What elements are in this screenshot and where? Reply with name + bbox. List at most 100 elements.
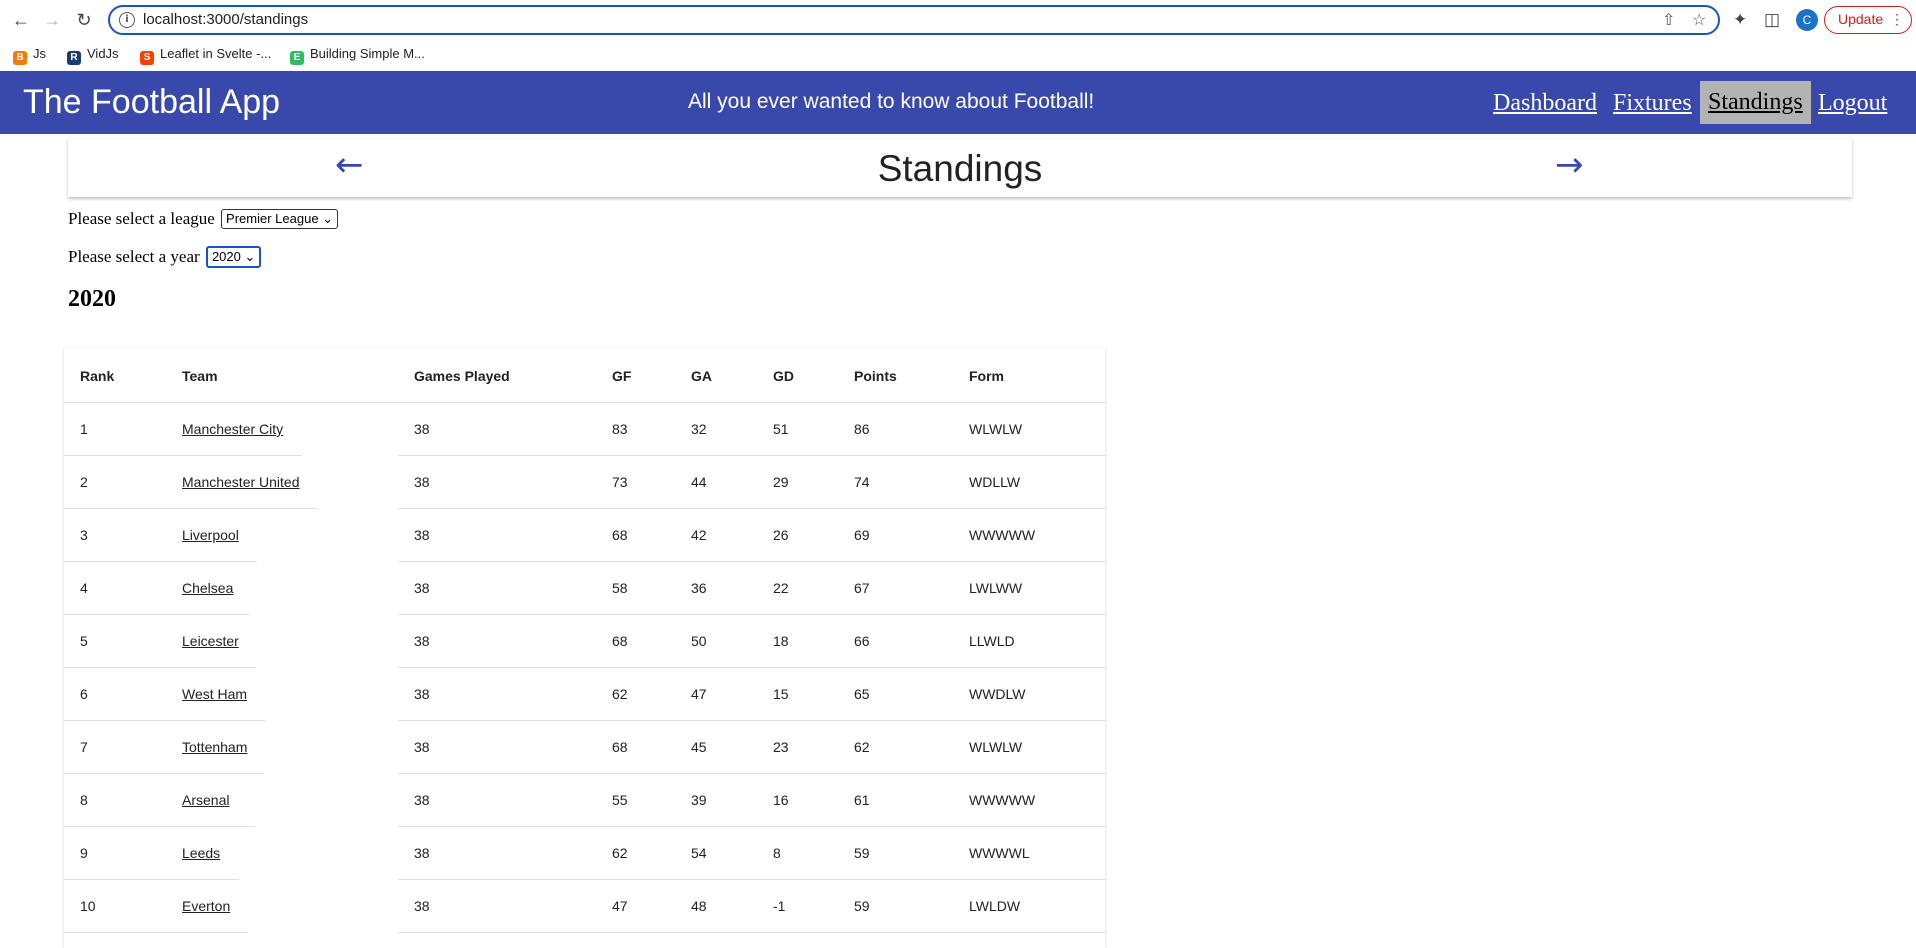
- table-row: 9 Leeds 38 62 54 8 59 WWWWL: [64, 827, 1105, 880]
- goals-for-cell: 68: [612, 739, 628, 755]
- goals-against-cell: 32: [691, 421, 707, 437]
- points-cell: 66: [854, 633, 870, 649]
- team-link[interactable]: Leeds: [182, 845, 220, 861]
- points-cell: 59: [854, 845, 870, 861]
- league-selector-row: Please select a league Premier League ⌄: [68, 209, 339, 229]
- rank-cell: 9: [80, 845, 88, 861]
- bookmark-item[interactable]: B Js: [13, 46, 46, 65]
- table-row: 4 Chelsea 38 58 36 22 67 LWLWW: [64, 562, 1105, 615]
- year-heading: 2020: [68, 286, 116, 312]
- update-button[interactable]: Update ⋮: [1824, 6, 1912, 34]
- goal-difference-cell: 18: [773, 633, 789, 649]
- team-link[interactable]: Manchester City: [182, 421, 283, 437]
- site-info-icon[interactable]: i: [119, 12, 135, 28]
- team-link[interactable]: West Ham: [182, 686, 247, 702]
- year-selector-row: Please select a year 2020 ⌄: [68, 246, 262, 268]
- table-row: 7 Tottenham 38 68 45 23 62 WLWLW: [64, 721, 1105, 774]
- update-label: Update: [1838, 11, 1884, 27]
- form-cell: WWWWW: [969, 792, 1036, 808]
- form-cell: WLWLW: [969, 739, 1023, 755]
- row-divider: [398, 932, 1105, 933]
- form-cell: LWLWW: [969, 580, 1023, 596]
- page-title-card: ← Standings →: [68, 139, 1852, 197]
- table-row: 2 Manchester United 38 73 44 29 74 WDLLW: [64, 456, 1105, 509]
- goals-for-cell: 68: [612, 633, 628, 649]
- chevron-down-icon: ⌄: [244, 249, 256, 264]
- goal-difference-cell: 15: [773, 686, 789, 702]
- rank-cell: 4: [80, 580, 88, 596]
- table-row: 3 Liverpool 38 68 42 26 69 WWWWW: [64, 509, 1105, 562]
- bookmark-item[interactable]: R VidJs: [67, 46, 119, 65]
- year-prompt: Please select a year: [68, 247, 200, 266]
- bookmark-item[interactable]: S Leaflet in Svelte -...: [140, 46, 271, 65]
- blogger-icon: B: [13, 51, 27, 65]
- app-tagline: All you ever wanted to know about Footba…: [688, 90, 1095, 113]
- forward-arrow-icon[interactable]: →: [41, 9, 63, 31]
- games-played-cell: 38: [414, 686, 430, 702]
- goal-difference-cell: 51: [773, 421, 789, 437]
- goals-for-cell: 58: [612, 580, 628, 596]
- goals-against-cell: 44: [691, 474, 707, 490]
- address-url[interactable]: localhost:3000/standings: [143, 11, 308, 28]
- team-link[interactable]: Liverpool: [182, 527, 239, 543]
- nav-dashboard-link[interactable]: Dashboard: [1493, 90, 1597, 117]
- goals-for-cell: 62: [612, 686, 628, 702]
- svelte-icon: S: [140, 51, 154, 65]
- points-cell: 69: [854, 527, 870, 543]
- next-arrow-icon[interactable]: →: [1555, 145, 1584, 185]
- bookmarks-bar: B Js R VidJs S Leaflet in Svelte -... E Buil…: [0, 40, 1916, 70]
- back-arrow-icon[interactable]: ←: [10, 9, 32, 31]
- games-played-cell: 38: [414, 633, 430, 649]
- games-played-cell: 38: [414, 898, 430, 914]
- nav-standings-link[interactable]: Standings: [1700, 81, 1811, 124]
- page-title: Standings: [877, 148, 1043, 189]
- points-cell: 61: [854, 792, 870, 808]
- goal-difference-cell: 23: [773, 739, 789, 755]
- rank-cell: 6: [80, 686, 88, 702]
- bookmark-item[interactable]: E Building Simple M...: [290, 46, 425, 65]
- points-cell: 67: [854, 580, 870, 596]
- points-cell: 59: [854, 898, 870, 914]
- league-select[interactable]: Premier League ⌄: [221, 209, 339, 229]
- team-link[interactable]: Leicester: [182, 633, 239, 649]
- bookmark-star-icon[interactable]: ☆: [1692, 10, 1706, 30]
- nav-logout-link[interactable]: Logout: [1818, 90, 1887, 117]
- profile-avatar[interactable]: C: [1796, 9, 1818, 31]
- table-row: 1 Manchester City 38 83 32 51 86 WLWLW: [64, 403, 1105, 456]
- goals-against-cell: 48: [691, 898, 707, 914]
- year-select[interactable]: 2020 ⌄: [205, 246, 262, 268]
- games-played-cell: 38: [414, 739, 430, 755]
- form-cell: LLWLD: [969, 633, 1015, 649]
- column-header-gd: GD: [773, 368, 794, 384]
- rank-cell: 5: [80, 633, 88, 649]
- goals-for-cell: 47: [612, 898, 628, 914]
- games-played-cell: 38: [414, 580, 430, 596]
- goal-difference-cell: 8: [773, 845, 781, 861]
- r-logo-icon: R: [67, 51, 81, 65]
- points-cell: 65: [854, 686, 870, 702]
- app-header: The Football App All you ever wanted to …: [0, 71, 1916, 134]
- address-bar[interactable]: i localhost:3000/standings ⇧ ☆: [108, 5, 1720, 35]
- reload-icon[interactable]: ↻: [73, 9, 95, 31]
- chevron-down-icon: ⌄: [322, 211, 334, 226]
- table-row: 10 Everton 38 47 48 -1 59 LWLDW: [64, 880, 1105, 933]
- nav-fixtures-link[interactable]: Fixtures: [1613, 90, 1692, 117]
- team-link[interactable]: Arsenal: [182, 792, 229, 808]
- team-link[interactable]: Everton: [182, 898, 230, 914]
- side-panel-icon[interactable]: ◫: [1764, 10, 1780, 30]
- goals-against-cell: 50: [691, 633, 707, 649]
- points-cell: 74: [854, 474, 870, 490]
- team-link[interactable]: Manchester United: [182, 474, 300, 490]
- extensions-puzzle-icon[interactable]: ✦: [1733, 10, 1747, 30]
- column-header-team: Team: [182, 368, 218, 384]
- goals-against-cell: 47: [691, 686, 707, 702]
- team-link[interactable]: Tottenham: [182, 739, 247, 755]
- share-icon[interactable]: ⇧: [1662, 10, 1675, 30]
- games-played-cell: 38: [414, 474, 430, 490]
- rank-cell: 1: [80, 421, 88, 437]
- row-divider: [64, 932, 248, 933]
- goals-for-cell: 62: [612, 845, 628, 861]
- team-link[interactable]: Chelsea: [182, 580, 233, 596]
- column-header-games-played: Games Played: [414, 368, 510, 384]
- goals-against-cell: 42: [691, 527, 707, 543]
